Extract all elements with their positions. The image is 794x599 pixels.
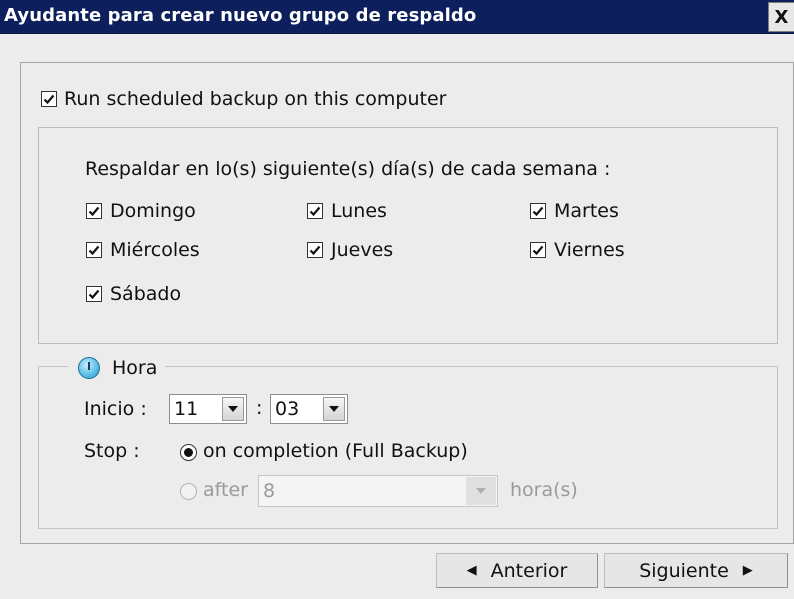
hour-value: 11 — [174, 398, 199, 420]
title-bar: Ayudante para crear nuevo grupo de respa… — [0, 0, 794, 34]
days-heading: Respaldar en lo(s) siguiente(s) día(s) d… — [85, 158, 611, 180]
window-title: Ayudante para crear nuevo grupo de respa… — [4, 5, 477, 26]
time-legend-label: Hora — [112, 357, 158, 379]
day-checkbox-domingo[interactable] — [86, 203, 102, 219]
hour-select[interactable]: 11 — [169, 394, 247, 424]
stop-on-completion-radio[interactable] — [180, 444, 197, 461]
day-checkbox-lunes[interactable] — [307, 203, 323, 219]
close-button[interactable]: X — [768, 2, 794, 32]
after-hours-field[interactable]: 8 — [258, 475, 498, 507]
previous-button[interactable]: ◀ Anterior — [436, 553, 598, 588]
day-label-sabado[interactable]: Sábado — [110, 283, 181, 305]
checkmark-icon — [532, 245, 544, 256]
radio-selected-dot — [184, 448, 193, 457]
close-icon: X — [774, 6, 789, 28]
stop-on-completion-label[interactable]: on completion (Full Backup) — [203, 440, 468, 462]
checkmark-icon — [309, 245, 321, 256]
chevron-down-icon[interactable] — [222, 397, 244, 421]
day-label-viernes[interactable]: Viernes — [554, 239, 625, 261]
day-label-jueves[interactable]: Jueves — [331, 239, 393, 261]
time-separator: : — [256, 397, 263, 419]
hours-unit-label: hora(s) — [510, 479, 578, 501]
checkmark-icon — [88, 289, 100, 300]
next-label: Siguiente — [639, 559, 729, 582]
day-checkbox-jueves[interactable] — [307, 242, 323, 258]
minute-value: 03 — [275, 398, 300, 420]
day-label-miercoles[interactable]: Miércoles — [110, 239, 200, 261]
arrow-left-icon: ◀ — [466, 563, 477, 578]
after-hours-value: 8 — [263, 480, 276, 502]
stop-after-radio[interactable] — [180, 483, 197, 500]
checkmark-icon — [43, 94, 55, 105]
run-scheduled-checkbox[interactable] — [41, 91, 57, 107]
minute-select[interactable]: 03 — [270, 394, 348, 424]
chevron-down-icon[interactable] — [323, 397, 345, 421]
day-checkbox-miercoles[interactable] — [86, 242, 102, 258]
clock-icon — [78, 357, 100, 379]
day-label-domingo[interactable]: Domingo — [110, 200, 196, 222]
day-label-martes[interactable]: Martes — [554, 200, 619, 222]
start-label: Inicio : — [84, 398, 147, 420]
stop-label: Stop : — [84, 440, 140, 462]
checkmark-icon — [88, 245, 100, 256]
day-label-lunes[interactable]: Lunes — [331, 200, 387, 222]
time-group-legend: Hora — [68, 355, 166, 381]
checkmark-icon — [88, 206, 100, 217]
day-checkbox-sabado[interactable] — [86, 286, 102, 302]
chevron-down-icon[interactable] — [466, 477, 496, 505]
day-checkbox-viernes[interactable] — [530, 242, 546, 258]
next-button[interactable]: Siguiente ▶ — [604, 553, 788, 588]
stop-after-label[interactable]: after — [203, 479, 248, 501]
checkmark-icon — [532, 206, 544, 217]
day-checkbox-martes[interactable] — [530, 203, 546, 219]
arrow-right-icon: ▶ — [742, 563, 753, 578]
run-scheduled-label[interactable]: Run scheduled backup on this computer — [64, 88, 446, 110]
checkmark-icon — [309, 206, 321, 217]
previous-label: Anterior — [490, 559, 568, 582]
